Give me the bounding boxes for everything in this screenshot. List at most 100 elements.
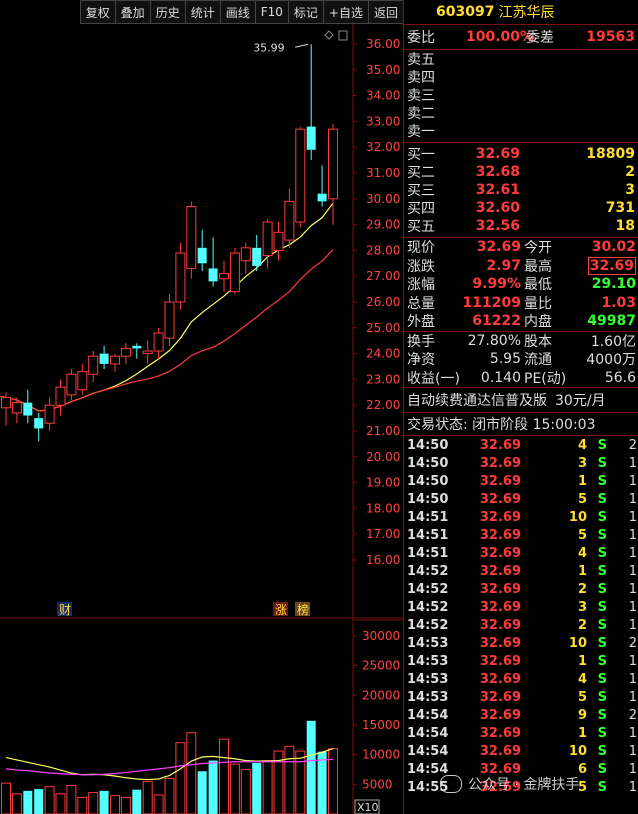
weibi-row: 委比 100.00% 委差 19563 (404, 25, 638, 50)
tick-row: 14:54 32.69 10 S 1 (404, 742, 638, 760)
ad-row[interactable]: 自动续费通达信普及版 30元/月 (404, 388, 638, 413)
volume-bar (55, 793, 66, 814)
tick-row: 14:50 32.69 1 S 1 (404, 472, 638, 490)
tick-side: S (597, 635, 607, 651)
toolbar-btn-1[interactable]: 叠加 (114, 0, 150, 24)
tick-count: 1 (628, 617, 637, 633)
tick-row: 14:50 32.69 4 S 2 (404, 436, 638, 454)
volume-bar (99, 790, 109, 814)
weibi-value: 100.00% (466, 29, 535, 45)
ad-price[interactable]: 30元/月 (555, 390, 606, 410)
buy-row: 买三 32.61 3 (404, 181, 638, 199)
buy-label: 买二 (407, 165, 435, 181)
stat-value: 2.97 (486, 257, 521, 274)
stat-row: 外盘 61222 内盘 49987 (404, 312, 638, 331)
candle-body (120, 347, 131, 357)
buy-label: 买五 (407, 219, 435, 235)
toolbar-btn-4[interactable]: 画线 (219, 0, 255, 24)
fund-value-2: 1.60亿 (590, 333, 636, 350)
fund-label: 换手 (407, 333, 435, 350)
tick-time: 14:54 (407, 743, 449, 759)
tick-time: 14:53 (407, 689, 449, 705)
weicha-value: 19563 (586, 29, 635, 45)
fundamental-stats: 换手 27.80% 股本 1.60亿 净资 5.95 流通 4000万 收益(一) 0.140 PE… (404, 332, 638, 388)
weicha-label: 委差 (526, 30, 554, 46)
tick-price: 32.69 (479, 491, 521, 507)
buy-price: 32.56 (475, 218, 520, 234)
price-tick-label: 21.00 (366, 424, 400, 438)
tick-price: 32.69 (479, 635, 521, 651)
price-tick-label: 35.00 (366, 63, 400, 77)
tick-volume: 1 (577, 473, 587, 489)
candle-body (328, 128, 338, 200)
tick-count: 1 (628, 599, 637, 615)
toolbar-btn-8[interactable]: 返回 (367, 0, 403, 24)
buy-orders: 买一 32.69 18809 买二 32.68 2 买三 32.61 3 买四 32.60 731 买五… (404, 143, 638, 238)
toolbar-btn-6[interactable]: 标记 (287, 0, 323, 24)
buy-volume: 2 (625, 164, 635, 180)
tick-row: 14:52 32.69 3 S 1 (404, 598, 638, 616)
stock-code: 603097 (436, 4, 495, 20)
candle-body (132, 345, 142, 349)
tick-time: 14:53 (407, 671, 449, 687)
fund-value: 0.140 (480, 369, 521, 386)
price-tick-label: 24.00 (366, 347, 400, 361)
vol-multiplier: X10 (357, 801, 379, 814)
stat-value: 9.99% (472, 276, 521, 293)
tick-price: 32.69 (479, 527, 521, 543)
tick-volume: 1 (577, 653, 587, 669)
stat-label: 涨幅 (407, 277, 435, 294)
toolbar-btn-5[interactable]: F10 (254, 0, 288, 24)
price-tick-label: 27.00 (366, 269, 400, 283)
stat-label: 涨跌 (407, 258, 435, 275)
volume-bar (23, 790, 33, 814)
price-tick-label: 16.00 (366, 553, 400, 567)
watermark: 公众号 · 金牌扶手 (440, 774, 579, 794)
tick-row: 14:52 32.69 1 S 1 (404, 562, 638, 580)
buy-label: 买一 (407, 147, 435, 163)
toolbar-btn-3[interactable]: 统计 (184, 0, 220, 24)
price-tick-label: 26.00 (366, 295, 400, 309)
tick-price: 32.69 (479, 671, 521, 687)
tick-price: 32.69 (479, 473, 521, 489)
tick-side: S (597, 581, 607, 597)
candle-body (66, 373, 77, 396)
toolbar-btn-0[interactable]: 复权 (79, 0, 115, 24)
tick-side: S (597, 527, 607, 543)
tick-side: S (597, 743, 607, 759)
price-tick-label: 18.00 (366, 501, 400, 515)
tick-count: 2 (628, 437, 637, 453)
tick-count: 1 (628, 491, 637, 507)
fund-value-2: 4000万 (586, 352, 636, 369)
candle-body (219, 273, 229, 280)
sell-label: 卖一 (407, 124, 435, 140)
tick-side: S (597, 545, 607, 561)
tick-volume: 9 (577, 707, 587, 723)
tick-time: 14:52 (407, 617, 449, 633)
volume-bar (77, 796, 88, 814)
candle-body (252, 247, 262, 266)
tick-price: 32.69 (479, 437, 521, 453)
tick-row: 14:54 32.69 9 S 2 (404, 706, 638, 724)
volume-bar (284, 745, 295, 814)
tick-time: 14:52 (407, 599, 449, 615)
toolbar-btn-7[interactable]: +自选 (322, 0, 368, 24)
high-price-label: 35.99 (253, 41, 285, 54)
tick-time: 14:50 (407, 437, 449, 453)
candle-body (44, 404, 55, 424)
buy-label: 买四 (407, 201, 435, 217)
tick-list[interactable]: 14:50 32.69 4 S 2 14:50 32.69 3 S 1 14:50 32.69 1 S 1 1… (404, 436, 638, 796)
toolbar-btn-2[interactable]: 历史 (149, 0, 185, 24)
tick-price: 32.69 (479, 689, 521, 705)
volume-bar (153, 794, 164, 814)
tick-time: 14:53 (407, 653, 449, 669)
fund-label-2: 流通 (524, 352, 552, 369)
stat-value-2: 49987 (587, 313, 636, 330)
stat-row: 现价 32.69 今开 30.02 (404, 238, 638, 257)
volume-bar (252, 762, 262, 814)
kline-chart[interactable]: 36.00 35.00 34.00 33.00 32.00 31.00 30.00 29.00… (0, 24, 403, 814)
tick-price: 32.69 (479, 545, 521, 561)
high-pointer (295, 43, 309, 48)
sell-label: 卖四 (407, 70, 435, 86)
ad-text[interactable]: 自动续费通达信普及版 (407, 390, 547, 410)
